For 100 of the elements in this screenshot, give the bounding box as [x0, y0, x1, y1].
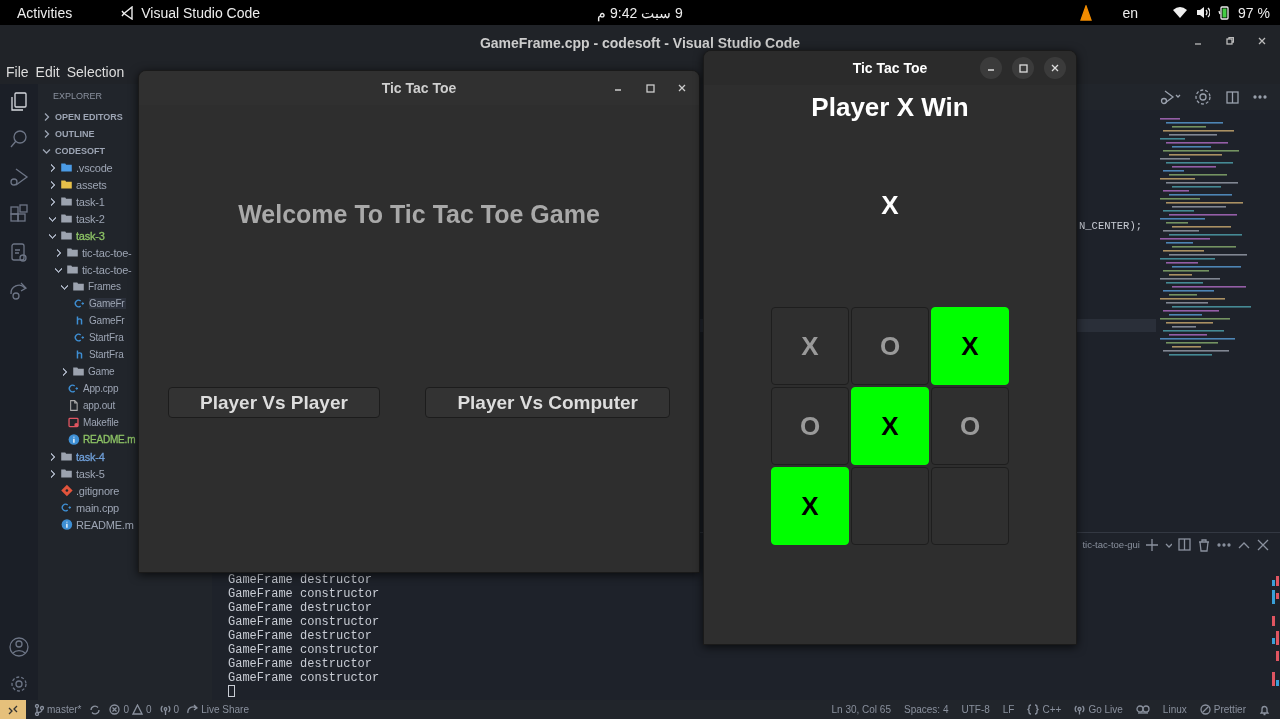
settings-icon[interactable]	[1193, 87, 1213, 107]
ports-indicator[interactable]: 0	[159, 704, 180, 715]
cpp-file-icon	[73, 331, 86, 344]
tree-item[interactable]: Game	[88, 366, 115, 377]
folder-icon	[72, 365, 85, 378]
eol-indicator[interactable]: LF	[1002, 704, 1015, 715]
volume-icon	[1196, 6, 1211, 19]
encoding-indicator[interactable]: UTF-8	[961, 704, 990, 715]
menu-item[interactable]: Edit	[35, 64, 65, 80]
menu-item[interactable]: Selection	[66, 64, 130, 80]
app-menu[interactable]: Visual Studio Code	[121, 4, 261, 21]
tree-item[interactable]: GameFr	[89, 315, 125, 326]
battery-level: 97 %	[1238, 4, 1270, 21]
tree-item[interactable]: .vscode	[76, 161, 113, 174]
tree-item[interactable]: App.cpp	[83, 383, 119, 394]
board-cell[interactable]: X	[771, 307, 849, 385]
folder-icon	[60, 212, 73, 225]
maximize-icon[interactable]	[645, 83, 655, 93]
turn-indicator: X	[881, 190, 899, 221]
live-share-icon	[187, 704, 199, 715]
git-icon	[60, 484, 73, 497]
board-cell[interactable]: O	[851, 307, 929, 385]
close-icon[interactable]	[1256, 537, 1270, 552]
tree-item[interactable]: StartFra	[89, 349, 124, 360]
cursor-position[interactable]: Ln 30, Col 65	[831, 704, 891, 715]
tree-item[interactable]: tic-tac-toe-	[82, 263, 132, 276]
bell-icon[interactable]	[1259, 703, 1270, 716]
cpp-file-icon	[60, 501, 73, 514]
game-status: Player X Win	[811, 92, 969, 123]
menu-item[interactable]: File	[6, 64, 34, 80]
os-indicator[interactable]: Linux	[1162, 704, 1187, 715]
tree-item[interactable]: assets	[76, 178, 107, 191]
split-editor-icon[interactable]	[1225, 89, 1240, 105]
remote-button[interactable]	[0, 700, 26, 719]
split-terminal-icon[interactable]	[1177, 537, 1192, 552]
tree-item[interactable]: Frames	[88, 281, 121, 292]
tree-item[interactable]: task-4	[76, 450, 105, 463]
tree-item[interactable]: README.m	[83, 434, 136, 445]
tree-item[interactable]: task-3	[76, 229, 105, 242]
window-title: Tic Tac Toe	[852, 60, 928, 76]
info-icon	[60, 518, 73, 531]
folder-icon	[60, 161, 73, 174]
tree-item[interactable]: Makefile	[83, 417, 119, 428]
board-cell[interactable]: X	[771, 467, 849, 545]
tree-item[interactable]: GameFr	[89, 298, 127, 309]
tree-item[interactable]: task-1	[76, 195, 105, 208]
folder-icon	[60, 450, 73, 463]
live-share-button[interactable]: Live Share	[187, 704, 249, 715]
trash-icon[interactable]	[1197, 537, 1211, 552]
activities-button[interactable]: Activities	[17, 4, 73, 21]
problems-indicator[interactable]: 0 0	[109, 704, 152, 715]
clock[interactable]: 9 سبت 9:42 م	[597, 4, 683, 21]
tree-item[interactable]: main.cpp	[76, 501, 120, 514]
board-cell[interactable]: X	[931, 307, 1009, 385]
board-cell[interactable]: O	[771, 387, 849, 465]
tree-item[interactable]: app.out	[83, 400, 115, 411]
terminal-name[interactable]: tic-tac-toe-gui	[1082, 539, 1140, 550]
section-header[interactable]: CODESOFT	[38, 142, 105, 159]
restore-icon[interactable]	[1226, 37, 1234, 45]
maximize-icon[interactable]	[1018, 63, 1028, 73]
files-icon[interactable]	[8, 90, 30, 112]
branch-indicator[interactable]: master*	[34, 703, 82, 716]
tree-item[interactable]: README.m	[76, 518, 134, 531]
window-title: GameFrame.cpp - codesoft - Visual Studio Code	[479, 34, 801, 51]
search-icon[interactable]	[8, 128, 30, 150]
folder-icon	[66, 246, 79, 259]
wifi-icon	[1172, 6, 1189, 19]
mode-button[interactable]: Player Vs Computer	[425, 387, 670, 418]
mode-button[interactable]: Player Vs Player	[168, 387, 380, 418]
language-indicator[interactable]: C++	[1027, 704, 1062, 715]
close-icon[interactable]	[1258, 37, 1266, 45]
welcome-heading: Welcome To Tic Tac Toe Game	[238, 200, 600, 229]
indentation-indicator[interactable]: Spaces: 4	[904, 704, 949, 715]
branch-icon	[34, 703, 44, 716]
settings-icon[interactable]	[9, 674, 29, 694]
go-live-button[interactable]: Go Live	[1074, 704, 1123, 715]
board-cell[interactable]: O	[931, 387, 1009, 465]
tree-item[interactable]: tic-tac-toe-	[82, 246, 132, 259]
tree-item[interactable]: .gitignore	[76, 484, 120, 497]
folder-icon	[60, 467, 73, 480]
section-header[interactable]: OPEN EDITORS	[38, 108, 123, 125]
run-debug-icon[interactable]	[8, 166, 30, 188]
language-indicator[interactable]: en	[1122, 4, 1139, 21]
prettier-button[interactable]: Prettier	[1199, 704, 1246, 715]
antenna-icon	[159, 704, 171, 715]
close-icon[interactable]	[677, 83, 687, 93]
tree-item[interactable]: task-5	[76, 467, 105, 480]
sync-icon[interactable]	[89, 703, 102, 716]
tree-item[interactable]: task-2	[76, 212, 105, 225]
account-icon[interactable]	[8, 636, 30, 658]
run-debug-icon[interactable]	[1159, 89, 1181, 105]
tree-item[interactable]: StartFra	[89, 332, 124, 343]
section-header[interactable]: OUTLINE	[38, 125, 95, 142]
folder-icon	[60, 178, 73, 191]
terminal-line: GameFrame destructor	[228, 601, 374, 615]
blocked-icon	[1199, 704, 1211, 715]
makefile-icon	[67, 416, 80, 429]
error-icon	[109, 704, 121, 715]
board-cell[interactable]: X	[851, 387, 929, 465]
plus-icon[interactable]	[1145, 537, 1159, 552]
